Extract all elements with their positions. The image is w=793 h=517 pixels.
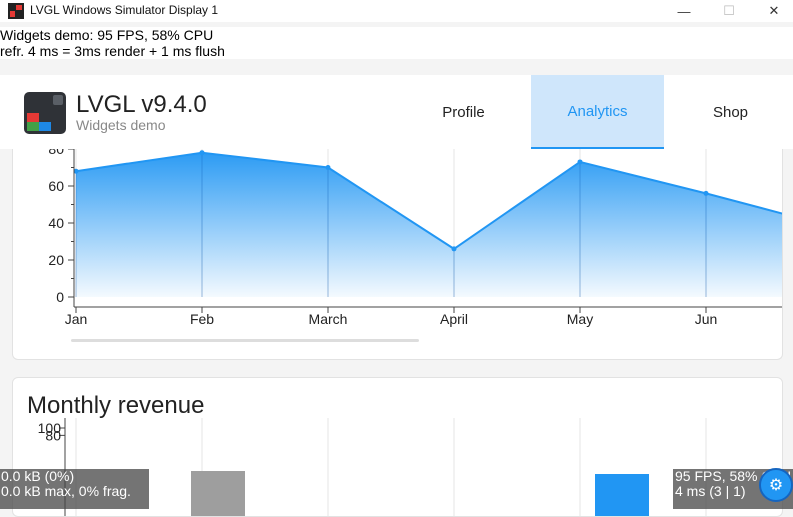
data-point bbox=[199, 150, 205, 156]
area-fill bbox=[76, 152, 782, 297]
chart-card: 020406080JanFebMarchAprilMayJunJul bbox=[12, 149, 783, 360]
perf-refr-text: refr. 4 ms = 3ms render + 1 ms flush bbox=[0, 43, 225, 59]
app-header: LVGL v9.4.0 Widgets demo Profile Analyti… bbox=[0, 75, 793, 149]
y-tick-label: 40 bbox=[48, 215, 64, 231]
gear-icon: ⚙ bbox=[768, 477, 784, 494]
perf-monitor-top: Widgets demo: 95 FPS, 58% CPU refr. 4 ms… bbox=[0, 27, 225, 59]
app-icon bbox=[8, 3, 24, 19]
x-tick-label: Feb bbox=[190, 311, 214, 327]
close-button[interactable]: ✕ bbox=[751, 0, 793, 22]
memory-frag-text: 0.0 kB max, 0% frag. bbox=[1, 483, 131, 499]
maximize-button[interactable]: ☐ bbox=[706, 0, 752, 22]
data-point bbox=[325, 165, 331, 170]
y-tick-label: 80 bbox=[48, 149, 64, 157]
y-tick-label: 0 bbox=[56, 289, 64, 305]
brand-subtitle: Widgets demo bbox=[76, 117, 166, 133]
data-point bbox=[451, 246, 457, 252]
bar bbox=[191, 471, 245, 516]
separator bbox=[0, 59, 793, 75]
y-tick-label: 20 bbox=[48, 252, 64, 268]
brand-title: LVGL v9.4.0 bbox=[76, 91, 207, 118]
memory-monitor: 0.0 kB (0%) 0.0 kB max, 0% frag. bbox=[0, 469, 149, 509]
x-tick-label: May bbox=[567, 311, 593, 327]
perf-fps-text: Widgets demo: 95 FPS, 58% CPU bbox=[0, 27, 214, 43]
data-point bbox=[577, 159, 583, 165]
window-titlebar: LVGL Windows Simulator Display 1 — ☐ ✕ bbox=[0, 0, 793, 22]
x-tick-label: Jan bbox=[65, 311, 88, 327]
window-title: LVGL Windows Simulator Display 1 bbox=[30, 3, 219, 17]
x-tick-label: Jun bbox=[695, 311, 718, 327]
tab-analytics[interactable]: Analytics bbox=[531, 75, 664, 149]
tab-shop[interactable]: Shop bbox=[664, 75, 793, 149]
y-tick-label: 100 bbox=[38, 420, 62, 436]
x-tick-label: April bbox=[440, 311, 468, 327]
bar bbox=[595, 474, 649, 516]
settings-fab-button[interactable]: ⚙ bbox=[759, 468, 793, 502]
tab-profile[interactable]: Profile bbox=[397, 75, 530, 149]
chart-scrollbar[interactable] bbox=[71, 339, 419, 342]
lvgl-logo bbox=[24, 92, 66, 134]
y-tick-label: 60 bbox=[48, 178, 64, 194]
data-point bbox=[703, 190, 709, 196]
memory-usage-text: 0.0 kB (0%) bbox=[1, 468, 75, 484]
area-chart[interactable]: 020406080JanFebMarchAprilMayJunJul bbox=[13, 149, 783, 360]
minimize-button[interactable]: — bbox=[661, 0, 707, 22]
x-tick-label: March bbox=[309, 311, 348, 327]
